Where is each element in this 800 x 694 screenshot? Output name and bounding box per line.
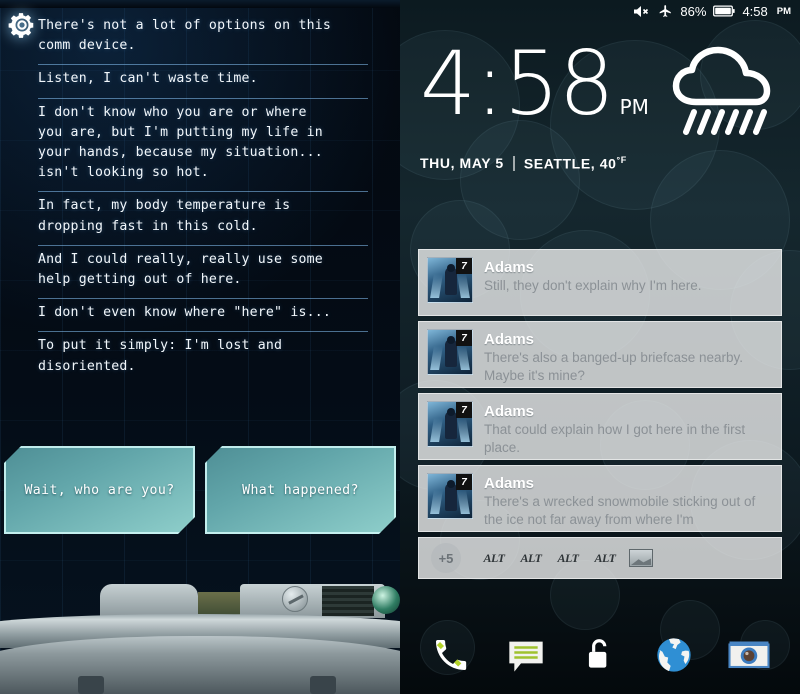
app-shortcut-alt-3[interactable]: ALT — [555, 548, 581, 568]
choice-label: Wait, who are you? — [24, 482, 175, 498]
volume-mute-icon — [634, 5, 649, 17]
phone-icon[interactable] — [428, 632, 474, 678]
app-shortcut-alt-4[interactable]: ALT — [592, 548, 618, 568]
unlock-icon[interactable] — [577, 632, 623, 678]
lens-icon — [372, 586, 400, 614]
date-location-row: THU, MAY 5 SEATTLE, 40°F — [420, 155, 649, 172]
notification-sender: Adams — [484, 475, 535, 492]
notification-sender: Adams — [484, 403, 535, 420]
notification-message: That could explain how I got here in the… — [484, 422, 746, 455]
android-lockscreen-pane: 86% 4:58 PM 4:58 PM THU, MAY 5 SEATTLE, … — [400, 0, 800, 694]
dialogue-line: Listen, I can't waste time. — [38, 64, 368, 95]
choice-label: What happened? — [242, 482, 359, 498]
notification-badge: 7 — [456, 474, 472, 490]
device-hump — [100, 584, 198, 618]
gear-icon[interactable] — [7, 10, 37, 40]
notification-message: There's also a banged-up briefcase nearb… — [484, 350, 743, 383]
notification-card[interactable]: 7 Adams There's also a banged-up briefca… — [418, 321, 782, 388]
choice-button-1[interactable]: Wait, who are you? — [4, 446, 195, 534]
notification-card[interactable]: 7 Adams Still, they don't explain why I'… — [418, 249, 782, 316]
notification-message: Still, they don't explain why I'm here. — [484, 278, 702, 293]
app-icon: 7 — [427, 401, 473, 447]
date-label: THU, MAY 5 — [420, 155, 504, 172]
device-foot — [78, 676, 104, 694]
lockscreen-dock — [400, 624, 800, 686]
browser-icon[interactable] — [651, 632, 697, 678]
gallery-icon[interactable] — [629, 549, 653, 567]
notification-card[interactable]: 7 Adams There's a wrecked snowmobile sti… — [418, 465, 782, 532]
device-hardware — [0, 584, 400, 694]
airplane-mode-icon — [660, 5, 672, 17]
screw-icon — [282, 586, 308, 612]
device-foot — [310, 676, 336, 694]
dialogue-choices: Wait, who are you? What happened? — [0, 446, 400, 546]
dialogue-log: There's not a lot of options on this com… — [38, 12, 368, 383]
app-icon: 7 — [427, 257, 473, 303]
divider — [512, 155, 515, 171]
lockscreen-clock-widget[interactable]: 4:58 PM THU, MAY 5 SEATTLE, 40°F — [420, 32, 786, 172]
rain-cloud-icon — [672, 46, 771, 135]
temperature-label: 40 — [599, 155, 617, 172]
device-vent — [322, 586, 374, 616]
notification-badge: 7 — [456, 402, 472, 418]
camera-icon[interactable] — [726, 632, 772, 678]
battery-icon — [713, 5, 736, 17]
clock: 4:58 PM — [420, 32, 649, 149]
clock-ampm: PM — [619, 95, 649, 119]
dialogue-line: I don't even know where "here" is... — [38, 298, 368, 329]
notification-card[interactable]: 7 Adams That could explain how I got her… — [418, 393, 782, 460]
location-label: SEATTLE, — [523, 155, 596, 172]
temperature-unit: °F — [616, 155, 627, 165]
notification-badge: 7 — [456, 258, 472, 274]
game-comm-device-pane: There's not a lot of options on this com… — [0, 0, 400, 694]
app-shortcut-alt-2[interactable]: ALT — [518, 548, 544, 568]
clock-time: 4:58 — [420, 32, 615, 135]
status-bar: 86% 4:58 PM — [400, 0, 800, 22]
notification-list: 7 Adams Still, they don't explain why I'… — [418, 249, 782, 579]
app-icon: 7 — [427, 473, 473, 519]
status-time: 4:58 — [742, 3, 768, 19]
notification-badge: 7 — [456, 330, 472, 346]
app-shortcut-alt-1[interactable]: ALT — [481, 548, 507, 568]
battery-percent-label: 86% — [680, 3, 707, 19]
notification-sender: Adams — [484, 259, 535, 276]
messages-icon[interactable] — [503, 632, 549, 678]
notification-sender: Adams — [484, 331, 535, 348]
notification-app-row: +5 ALT ALT ALT ALT — [418, 537, 782, 579]
screenshot-root: There's not a lot of options on this com… — [0, 0, 800, 694]
choice-button-2[interactable]: What happened? — [205, 446, 396, 534]
dialogue-line: There's not a lot of options on this com… — [38, 18, 332, 54]
dialogue-line: In fact, my body temperature is dropping… — [38, 191, 368, 242]
dialogue-line: And I could really, really use some help… — [38, 244, 368, 296]
notification-message: There's a wrecked snowmobile sticking ou… — [484, 494, 756, 527]
dialogue-line: I don't know who you are or where you ar… — [38, 97, 368, 190]
more-notifications-badge[interactable]: +5 — [431, 543, 461, 573]
status-ampm: PM — [776, 5, 791, 17]
device-body — [0, 636, 400, 694]
dialogue-line: To put it simply: I'm lost and disorient… — [38, 331, 368, 382]
pane-top-edge — [0, 0, 400, 8]
app-icon: 7 — [427, 329, 473, 375]
